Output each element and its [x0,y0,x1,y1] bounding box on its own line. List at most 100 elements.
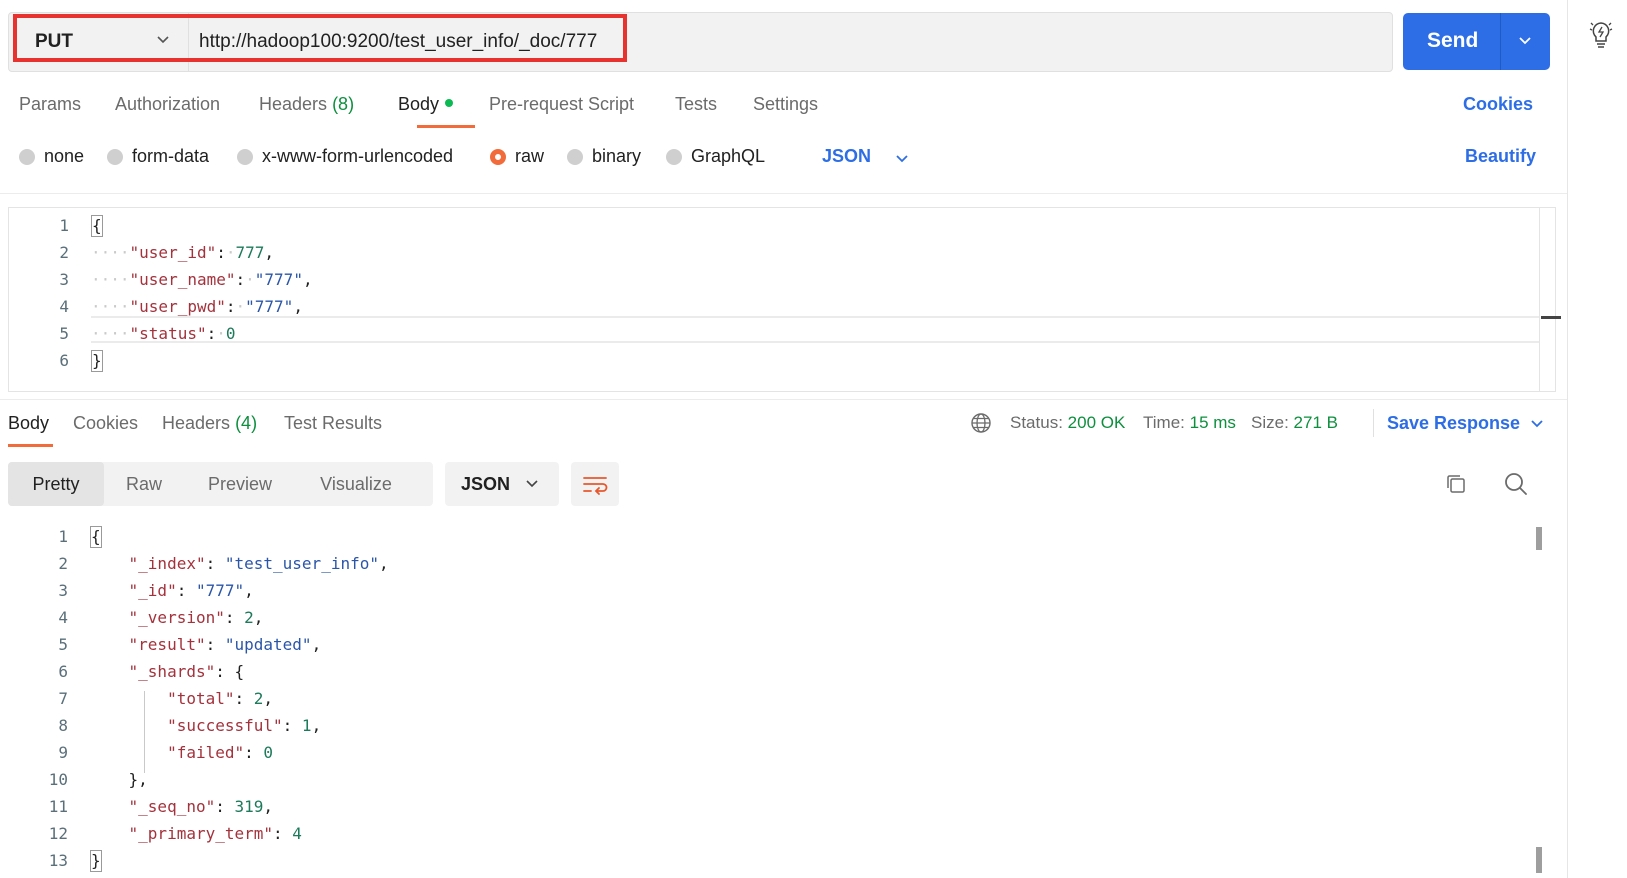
response-headers-count: (4) [235,413,258,433]
lightbulb-icon[interactable] [1588,20,1614,50]
tab-authorization[interactable]: Authorization [115,94,220,115]
response-headers-label: Headers [162,413,231,433]
line-number: 10 [48,770,68,789]
radio-urlencoded-label: x-www-form-urlencoded [262,146,454,166]
view-mode-preview[interactable]: Preview [184,462,296,506]
status-value: 200 OK [1067,413,1126,432]
line-number: 9 [58,743,68,762]
radio-none[interactable]: none [19,146,84,167]
radio-form-data-label: form-data [132,146,210,166]
tab-pre-request-script[interactable]: Pre-request Script [489,94,634,115]
active-tab-underline [8,444,53,447]
json-value: 777 [235,243,265,262]
radio-graphql[interactable]: GraphQL [666,146,765,167]
radio-raw[interactable]: raw [490,146,544,167]
chevron-down-icon[interactable] [1530,417,1544,431]
json-value: "777" [254,270,303,289]
code-line: ····"user_id":·777, [91,243,275,262]
copy-icon[interactable] [1444,472,1468,496]
line-number-gutter: 1 2 3 4 5 6 7 8 9 10 11 12 13 [8,523,68,874]
code-line: ····"status":·0 [91,324,236,343]
status-label: Status: [1010,413,1063,432]
radio-binary[interactable]: binary [567,146,641,167]
code-line: } [90,847,389,874]
line-number: 5 [59,324,69,343]
view-mode-visualize[interactable]: Visualize [296,462,416,506]
time-label: Time: [1143,413,1185,432]
code-line: "result": "updated", [128,635,322,654]
body-language-select[interactable]: JSON [822,146,871,167]
open-brace: { [91,215,103,237]
wrap-lines-icon [583,477,608,495]
line-number: 7 [58,689,68,708]
response-tab-test-results[interactable]: Test Results [284,413,382,434]
size-value: 271 B [1293,413,1338,432]
tab-body-label: Body [398,94,440,114]
line-number: 3 [59,270,69,289]
chevron-down-icon [526,480,538,488]
send-label: Send [1427,29,1479,52]
json-key: "status" [129,324,207,343]
chevron-down-icon[interactable] [895,152,909,166]
chevron-down-icon[interactable] [1517,33,1533,49]
line-number: 13 [48,851,68,870]
tab-body[interactable]: Body [398,94,454,115]
response-tab-body[interactable]: Body [8,413,49,434]
tab-tests[interactable]: Tests [675,94,717,115]
view-mode-pretty[interactable]: Pretty [8,462,104,506]
send-divider [1500,13,1501,70]
response-tab-headers[interactable]: Headers (4) [162,413,257,434]
tab-settings[interactable]: Settings [753,94,818,115]
json-value: 0 [225,324,236,343]
method-select[interactable]: PUT [19,13,189,71]
radio-circle [19,148,35,165]
tab-headers[interactable]: Headers (8) [259,94,354,115]
response-tabs: Body Cookies Headers (4) Test Results St… [0,405,1567,447]
line-number: 2 [58,554,68,573]
line-number: 2 [59,243,69,262]
divider [0,193,1567,194]
line-number: 6 [58,662,68,681]
tab-params[interactable]: Params [19,94,81,115]
editor-scrollbar-marker[interactable] [1541,316,1561,319]
line-number: 4 [58,608,68,627]
divider [1373,409,1374,437]
editor-scrollbar-track [1539,208,1540,391]
radio-circle [237,148,253,165]
line-number: 5 [58,635,68,654]
response-scrollbar-thumb[interactable] [1536,527,1542,550]
request-body-editor[interactable]: 1 2 3 4 5 6 { ····"user_id":·777, ····"u… [8,207,1561,392]
radio-form-data[interactable]: form-data [107,146,209,167]
response-body-viewer[interactable]: 1 2 3 4 5 6 7 8 9 10 11 12 13 { "_index"… [8,523,1554,878]
radio-circle [567,148,583,165]
search-icon[interactable] [1503,471,1529,497]
body-type-radios: none form-data x-www-form-urlencoded raw… [0,142,1567,178]
code-line: { [91,212,313,239]
code-line: { [90,523,389,550]
radio-graphql-label: GraphQL [691,146,766,166]
code-line: ····"user_name":·"777", [91,270,313,289]
code-line: "successful": 1, [167,716,322,735]
send-button[interactable]: Send [1403,13,1550,70]
radio-binary-label: binary [592,146,642,166]
cookies-link[interactable]: Cookies [1463,94,1533,115]
code-line: "_id": "777", [128,581,254,600]
close-brace: } [90,850,102,872]
view-mode-raw[interactable]: Raw [104,462,184,506]
url-input[interactable]: http://hadoop100:9200/test_user_info/_do… [199,13,597,71]
save-response-button[interactable]: Save Response [1387,413,1520,434]
radio-urlencoded[interactable]: x-www-form-urlencoded [237,146,453,167]
response-view-modes: Pretty Raw Preview Visualize [8,462,433,506]
radio-raw-label: raw [515,146,545,166]
code-line: "_primary_term": 4 [128,824,302,843]
wrap-lines-button[interactable] [571,462,619,506]
response-tab-cookies[interactable]: Cookies [73,413,138,434]
line-number: 12 [48,824,68,843]
response-format-select[interactable]: JSON [445,462,559,506]
json-value: "777" [245,297,294,316]
radio-circle [107,148,123,165]
globe-icon[interactable] [970,412,992,434]
close-brace: } [91,350,103,372]
response-scrollbar-thumb[interactable] [1536,847,1542,873]
beautify-link[interactable]: Beautify [1465,146,1536,167]
